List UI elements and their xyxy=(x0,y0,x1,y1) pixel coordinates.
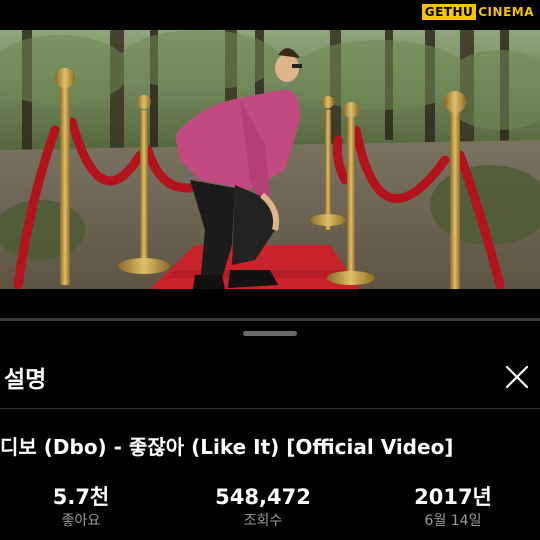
date-stat: 2017년 6월 14일 xyxy=(388,484,518,532)
likes-count: 5.7천 xyxy=(52,485,110,509)
views-stat: 548,472 조회수 xyxy=(198,484,328,532)
video-title: 디보 (Dbo) - 좋잖아 (Like It) [Official Video… xyxy=(0,435,454,459)
close-icon xyxy=(505,365,529,389)
watermark-logo: GETHU CINEMA xyxy=(421,4,536,20)
watermark-part-a: GETHU xyxy=(421,4,477,20)
panel-drag-handle[interactable] xyxy=(243,331,297,336)
video-player[interactable] xyxy=(0,30,540,289)
close-button[interactable] xyxy=(500,360,534,394)
likes-stat: 5.7천 좋아요 xyxy=(16,484,146,532)
description-title: 설명 xyxy=(4,367,47,393)
watermark-part-b: CINEMA xyxy=(478,5,534,19)
views-label: 조회수 xyxy=(243,513,283,529)
likes-label: 좋아요 xyxy=(61,513,101,529)
stats-row: 5.7천 좋아요 548,472 조회수 2017년 6월 14일 xyxy=(0,484,540,540)
video-progress-bar[interactable] xyxy=(0,318,540,321)
views-count: 548,472 xyxy=(215,485,311,509)
app-screen: GETHU CINEMA 설명 디보 (Dbo) - 좋잖아 (Like It)… xyxy=(0,0,540,540)
upload-day: 6월 14일 xyxy=(424,513,482,529)
upload-year: 2017년 xyxy=(414,485,492,509)
header-divider xyxy=(0,408,540,409)
description-header: 설명 xyxy=(0,354,540,404)
video-frame xyxy=(0,30,540,289)
